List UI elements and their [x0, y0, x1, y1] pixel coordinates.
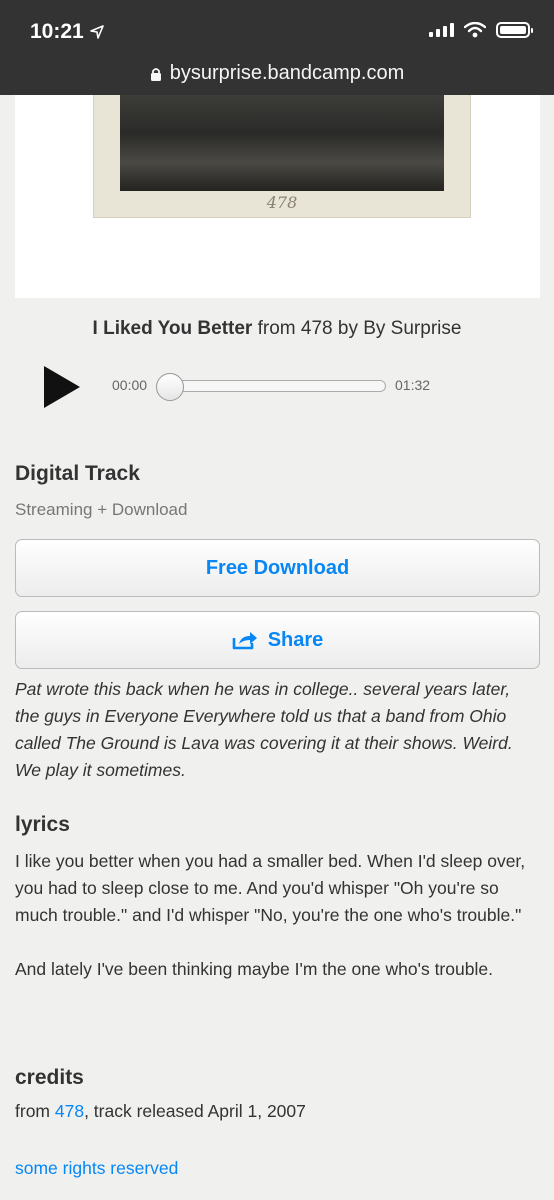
- url-text: bysurprise.bandcamp.com: [169, 62, 405, 84]
- photo-card: 478: [93, 95, 471, 218]
- credits-heading: credits: [15, 1066, 84, 1089]
- digital-track-subheading: Streaming + Download: [15, 500, 188, 519]
- credits-line: from 478, track released April 1, 2007: [15, 1101, 306, 1122]
- credits-prefix: from: [15, 1101, 50, 1121]
- location-arrow-icon: [89, 25, 104, 39]
- artist-name[interactable]: By Surprise: [363, 318, 461, 339]
- url-bar[interactable]: bysurprise.bandcamp.com: [0, 62, 554, 85]
- free-download-label: Free Download: [205, 556, 350, 579]
- clock: 10:21: [30, 20, 84, 43]
- credits-suffix: , track released April 1, 2007: [84, 1101, 306, 1121]
- cellular-signal-icon: [429, 23, 454, 37]
- album-art[interactable]: 478: [15, 95, 540, 298]
- browser-top-bar: 10:21 bysurprise.bandcamp.com: [0, 0, 554, 95]
- lyrics-paragraph: And lately I've been thinking maybe I'm …: [15, 959, 493, 979]
- battery-icon: [496, 22, 533, 38]
- lock-icon: [150, 67, 161, 81]
- free-download-button[interactable]: Free Download: [15, 539, 540, 597]
- album-name[interactable]: 478: [301, 318, 333, 339]
- track-description: Pat wrote this back when he was in colle…: [15, 679, 513, 780]
- track-name: I Liked You Better: [92, 318, 253, 339]
- progress-track[interactable]: [158, 380, 386, 392]
- status-time: 10:21: [30, 20, 104, 44]
- by-word: by: [337, 318, 358, 339]
- from-word: from: [257, 318, 296, 339]
- share-label: Share: [267, 628, 324, 651]
- share-button[interactable]: Share: [15, 611, 540, 669]
- some-rights-reserved-link[interactable]: some rights reserved: [15, 1158, 178, 1179]
- current-time: 00:00: [112, 377, 148, 393]
- album-photo: [120, 95, 444, 191]
- share-icon: [232, 632, 257, 650]
- digital-track-heading: Digital Track: [15, 462, 140, 485]
- play-button[interactable]: [44, 366, 80, 408]
- album-link[interactable]: 478: [55, 1101, 84, 1121]
- wifi-icon: [464, 22, 486, 38]
- lyrics-paragraph: I like you better when you had a smaller…: [15, 851, 526, 925]
- lyrics-heading: lyrics: [15, 813, 70, 836]
- track-title: I Liked You Better from 478 by By Surpri…: [0, 318, 554, 340]
- status-indicators: [429, 22, 533, 38]
- photo-caption: 478: [266, 193, 298, 212]
- progress-knob[interactable]: [156, 373, 184, 401]
- lyrics-body: I like you better when you had a smaller…: [15, 848, 540, 1010]
- duration: 01:32: [395, 377, 431, 393]
